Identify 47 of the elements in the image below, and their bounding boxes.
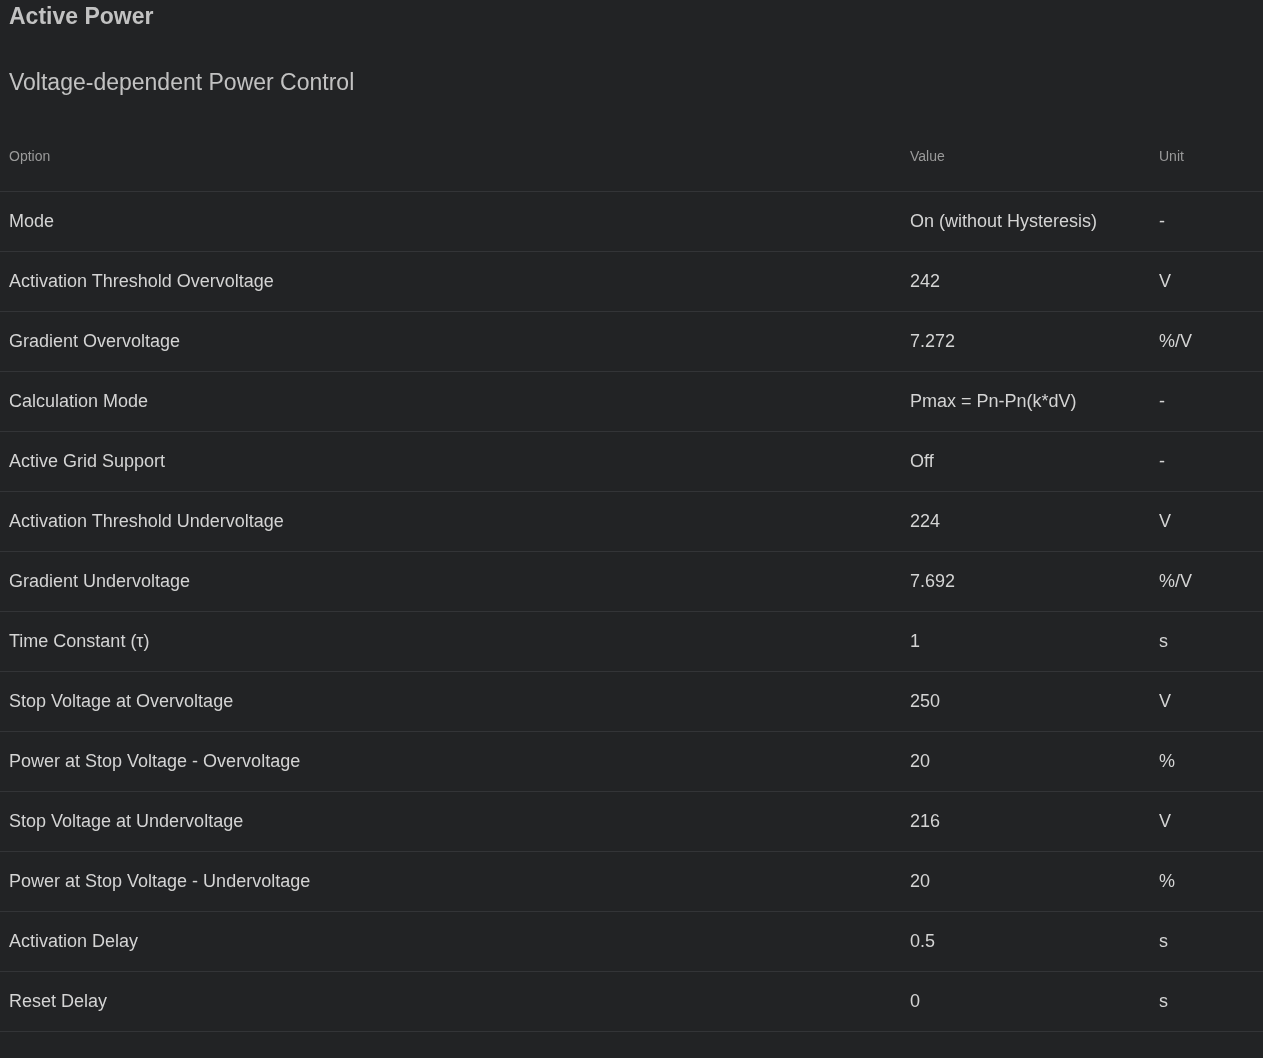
unit-cell-text: s bbox=[1159, 630, 1168, 653]
unit-cell-text: %/V bbox=[1159, 330, 1192, 353]
value-cell-text: 216 bbox=[910, 810, 941, 833]
unit-cell-text: - bbox=[1159, 390, 1165, 413]
value-cell-text: On (without Hysteresis) bbox=[910, 210, 1098, 233]
value-cell-text: 1 bbox=[910, 630, 920, 653]
value-cell-text: 7.692 bbox=[910, 570, 956, 593]
unit-cell-text: s bbox=[1159, 930, 1168, 953]
option-cell-text: Gradient Undervoltage bbox=[9, 570, 191, 593]
value-cell-text: Off bbox=[910, 450, 934, 473]
option-cell-text: Activation Threshold Undervoltage bbox=[9, 510, 284, 533]
unit-cell-text: - bbox=[1159, 210, 1165, 233]
value-cell-text: 20 bbox=[910, 750, 931, 773]
page-title: Active Power bbox=[8, 2, 155, 30]
column-header: Option bbox=[9, 147, 51, 166]
option-cell-text: Stop Voltage at Overvoltage bbox=[9, 690, 234, 713]
option-cell-text: Active Grid Support bbox=[9, 450, 166, 473]
unit-cell-text: %/V bbox=[1159, 570, 1192, 593]
option-cell-text: Calculation Mode bbox=[9, 390, 149, 413]
unit-cell-text: V bbox=[1159, 810, 1171, 833]
unit-cell-text: V bbox=[1159, 690, 1171, 713]
option-cell-text: Time Constant (τ) bbox=[9, 630, 150, 653]
value-cell-text: 0.5 bbox=[910, 930, 936, 953]
unit-cell-text: V bbox=[1159, 270, 1171, 293]
option-cell-text: Reset Delay bbox=[9, 990, 108, 1013]
value-cell-text: 250 bbox=[910, 690, 941, 713]
unit-cell-text: V bbox=[1159, 510, 1171, 533]
option-cell-text: Activation Delay bbox=[9, 930, 139, 953]
unit-cell-text: - bbox=[1159, 450, 1165, 473]
value-cell-text: 242 bbox=[910, 270, 941, 293]
section-title: Voltage-dependent Power Control bbox=[8, 68, 356, 96]
option-cell-text: Power at Stop Voltage - Overvoltage bbox=[9, 750, 301, 773]
option-cell-text: Activation Threshold Overvoltage bbox=[9, 270, 274, 293]
value-cell-text: 224 bbox=[910, 510, 941, 533]
unit-cell-text: % bbox=[1159, 870, 1175, 893]
column-header: Unit bbox=[1159, 147, 1184, 166]
value-cell-text: 0 bbox=[910, 990, 920, 1013]
value-cell-text: 20 bbox=[910, 870, 931, 893]
option-cell-text: Gradient Overvoltage bbox=[9, 330, 181, 353]
option-cell-text: Power at Stop Voltage - Undervoltage bbox=[9, 870, 311, 893]
value-cell-text: 7.272 bbox=[910, 330, 956, 353]
option-cell-text: Stop Voltage at Undervoltage bbox=[9, 810, 244, 833]
column-header: Value bbox=[910, 147, 945, 166]
value-cell-text: Pmax = Pn-Pn(k*dV) bbox=[910, 390, 1077, 413]
option-cell-text: Mode bbox=[9, 210, 55, 233]
unit-cell-text: % bbox=[1159, 750, 1175, 773]
unit-cell-text: s bbox=[1159, 990, 1168, 1013]
